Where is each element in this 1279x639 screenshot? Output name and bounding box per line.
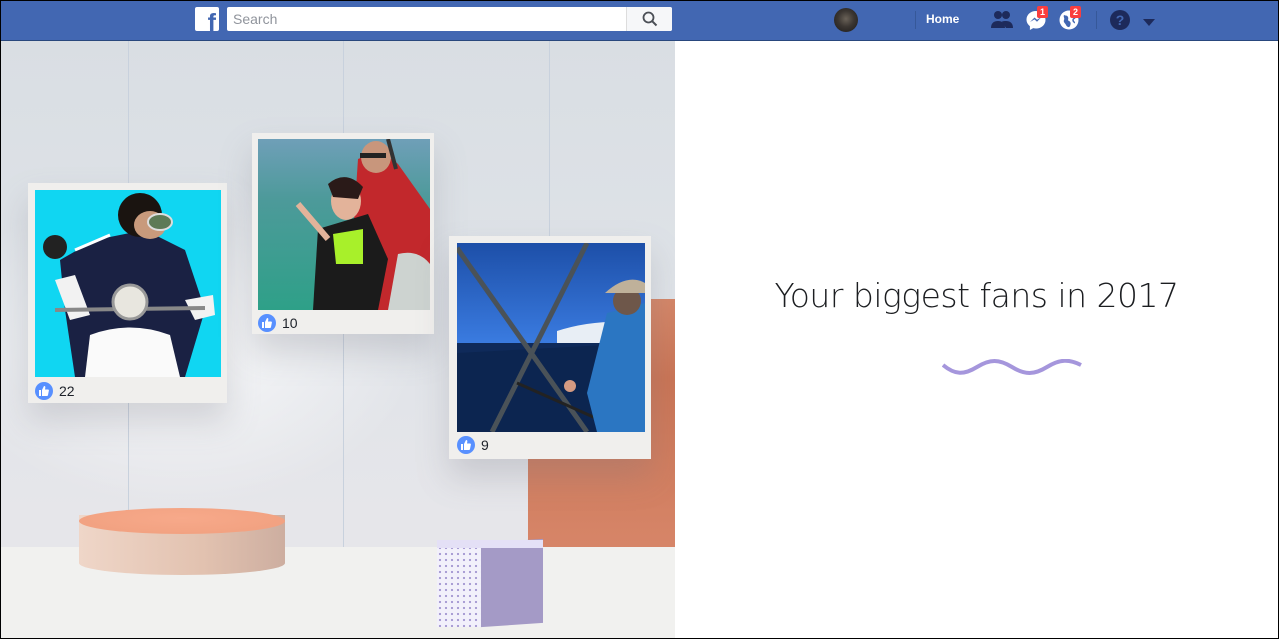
search-button[interactable] <box>626 7 672 31</box>
photo-card[interactable]: 10 <box>252 133 434 334</box>
thumbs-up-icon <box>258 314 276 332</box>
svg-text:?: ? <box>1116 12 1125 28</box>
like-count: 22 <box>35 382 75 400</box>
like-count-value: 9 <box>481 437 489 453</box>
facebook-logo-icon[interactable]: f <box>195 7 219 31</box>
home-link[interactable]: Home <box>926 12 959 26</box>
photo-card[interactable]: 9 <box>449 236 651 459</box>
dropdown-caret-icon <box>1143 19 1155 26</box>
photo-skydive <box>258 139 430 310</box>
notifications-button[interactable]: 2 <box>1058 6 1082 31</box>
profile-avatar[interactable] <box>834 8 858 32</box>
thumbs-up-icon <box>35 382 53 400</box>
messages-badge: 1 <box>1037 6 1049 18</box>
headline-panel: Your biggest fans in 2017 <box>675 41 1278 638</box>
like-count-value: 22 <box>59 383 75 399</box>
thumbs-up-icon <box>457 436 475 454</box>
search-input[interactable] <box>233 10 623 28</box>
headline: Your biggest fans in 2017 <box>774 276 1179 315</box>
friend-requests-icon <box>991 11 1013 28</box>
pedestal-top <box>79 508 285 534</box>
messenger-button[interactable]: 1 <box>1025 6 1049 31</box>
like-count: 9 <box>457 436 489 454</box>
page-frame: f Home 1 2 ? <box>1 1 1278 638</box>
search-box <box>227 7 672 31</box>
nav-divider <box>1096 11 1097 29</box>
lavender-cube-top <box>437 540 543 548</box>
search-icon <box>642 11 657 27</box>
photo-card[interactable]: 22 <box>28 183 227 403</box>
top-navigation-bar: f Home 1 2 ? <box>1 1 1278 41</box>
account-menu-button[interactable] <box>1143 14 1167 36</box>
like-count-value: 10 <box>282 315 298 331</box>
nav-divider <box>915 11 916 29</box>
friend-requests-button[interactable] <box>990 9 1014 31</box>
lavender-cube-dotted-face <box>437 545 481 627</box>
wavy-divider-icon <box>942 359 1082 375</box>
help-button[interactable]: ? <box>1109 9 1133 31</box>
help-icon: ? <box>1110 10 1130 30</box>
photo-fishing <box>457 243 645 432</box>
like-count: 10 <box>258 314 298 332</box>
notifications-badge: 2 <box>1070 6 1082 18</box>
lavender-cube-side <box>481 538 543 628</box>
year-review-scene: 22 10 9 <box>1 41 675 638</box>
photo-scooter <box>35 190 221 377</box>
